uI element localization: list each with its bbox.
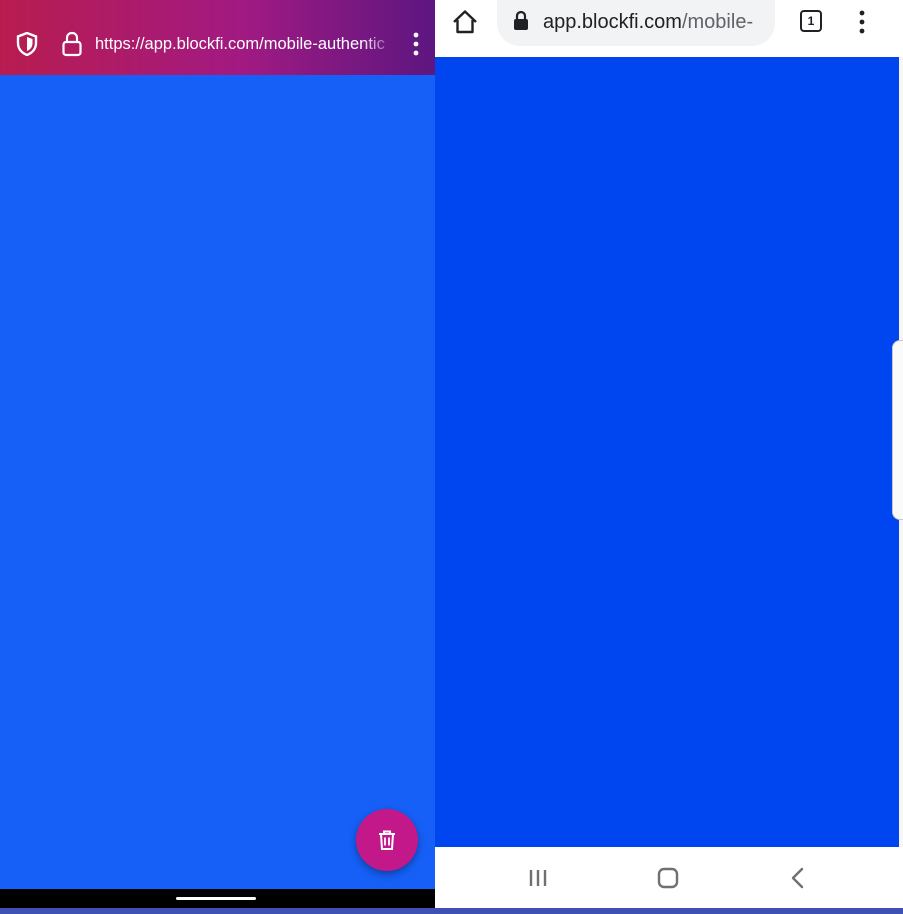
system-nav-bar: [435, 847, 903, 908]
recents-icon[interactable]: [527, 868, 549, 888]
omnibox[interactable]: app.blockfi.com/mobile-: [497, 0, 775, 46]
home-icon[interactable]: [656, 866, 680, 890]
bottom-strip: [0, 908, 903, 914]
left-browser-window: https://app.blockfi.com/mobile-authentic: [0, 0, 435, 914]
firefox-toolbar: https://app.blockfi.com/mobile-authentic: [0, 0, 435, 75]
edge-panel-handle[interactable]: [892, 340, 903, 520]
url-host: app.blockfi.com: [543, 11, 682, 33]
gesture-handle[interactable]: [176, 897, 256, 900]
delete-fab-button[interactable]: [356, 809, 418, 871]
lock-icon[interactable]: [60, 31, 84, 57]
home-icon[interactable]: [451, 8, 479, 36]
lock-icon[interactable]: [512, 10, 530, 32]
page-content: [435, 57, 899, 847]
chrome-toolbar: app.blockfi.com/mobile- 1: [435, 0, 903, 57]
url-text[interactable]: app.blockfi.com/mobile-: [543, 9, 773, 35]
tab-switcher-button[interactable]: 1: [800, 10, 822, 32]
shield-icon[interactable]: [16, 32, 38, 56]
url-path: /mobile-: [681, 11, 754, 33]
trash-icon: [379, 830, 395, 850]
back-icon[interactable]: [788, 866, 806, 890]
kebab-menu-icon[interactable]: [408, 30, 424, 58]
right-browser-window: app.blockfi.com/mobile- 1: [435, 0, 903, 914]
kebab-menu-icon[interactable]: [855, 8, 869, 36]
url-field[interactable]: https://app.blockfi.com/mobile-authentic: [95, 33, 397, 55]
